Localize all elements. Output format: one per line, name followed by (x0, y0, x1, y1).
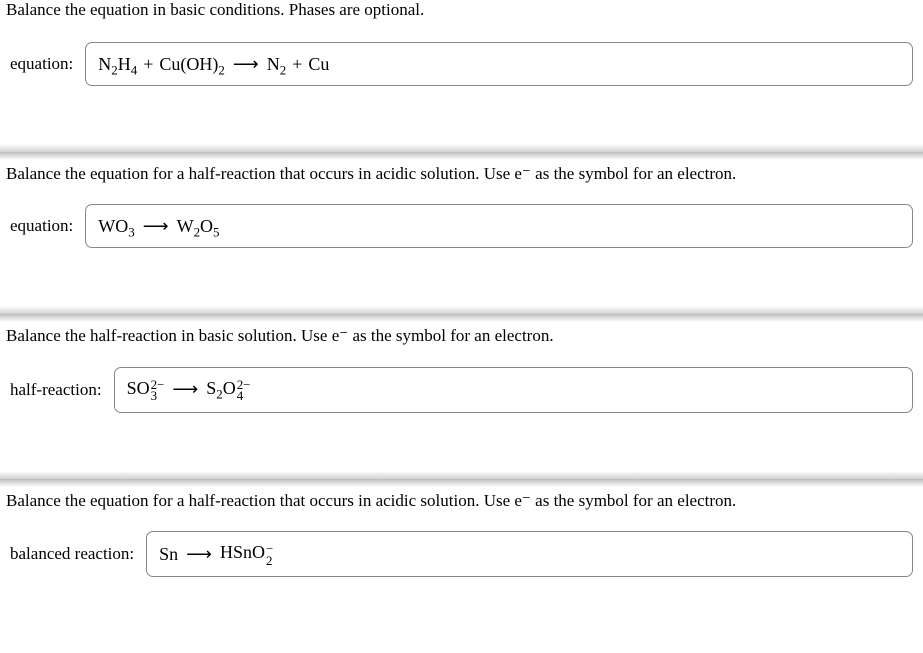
equation-content: Sn ⟶ HSnO−2 (159, 542, 273, 566)
divider (0, 314, 923, 322)
divider (0, 144, 923, 152)
divider (0, 306, 923, 314)
balanced-reaction-label: balanced reaction: (10, 544, 138, 564)
question-1: Balance the equation in basic conditions… (0, 0, 923, 152)
question-1-row: equation: N2H4 + Cu(OH)2 ⟶ N2 + Cu (0, 28, 923, 102)
equation-label: equation: (10, 216, 77, 236)
question-2: Balance the equation for a half-reaction… (0, 152, 923, 314)
half-reaction-label: half-reaction: (10, 380, 106, 400)
question-3: Balance the half-reaction in basic solut… (0, 314, 923, 479)
arrow-icon: ⟶ (172, 379, 198, 400)
question-2-row: equation: WO3 ⟶ W2O5 (0, 190, 923, 264)
equation-input[interactable]: Sn ⟶ HSnO−2 (146, 531, 913, 577)
equation-input[interactable]: WO3 ⟶ W2O5 (85, 204, 913, 248)
question-1-prompt: Balance the equation in basic conditions… (0, 0, 923, 28)
arrow-icon: ⟶ (186, 544, 212, 565)
divider (0, 471, 923, 479)
equation-label: equation: (10, 54, 77, 74)
equation-content: WO3 ⟶ W2O5 (98, 216, 219, 237)
question-3-row: half-reaction: SO2−3 ⟶ S2O2−4 (0, 353, 923, 429)
question-4: Balance the equation for a half-reaction… (0, 479, 923, 594)
question-4-prompt: Balance the equation for a half-reaction… (0, 487, 923, 517)
question-2-prompt: Balance the equation for a half-reaction… (0, 160, 923, 190)
question-4-row: balanced reaction: Sn ⟶ HSnO−2 (0, 517, 923, 593)
question-3-prompt: Balance the half-reaction in basic solut… (0, 322, 923, 352)
equation-content: SO2−3 ⟶ S2O2−4 (127, 378, 251, 402)
arrow-icon: ⟶ (143, 216, 169, 237)
arrow-icon: ⟶ (233, 54, 259, 75)
divider (0, 152, 923, 160)
divider (0, 479, 923, 487)
equation-content: N2H4 + Cu(OH)2 ⟶ N2 + Cu (98, 54, 329, 75)
equation-input[interactable]: N2H4 + Cu(OH)2 ⟶ N2 + Cu (85, 42, 913, 86)
equation-input[interactable]: SO2−3 ⟶ S2O2−4 (114, 367, 913, 413)
